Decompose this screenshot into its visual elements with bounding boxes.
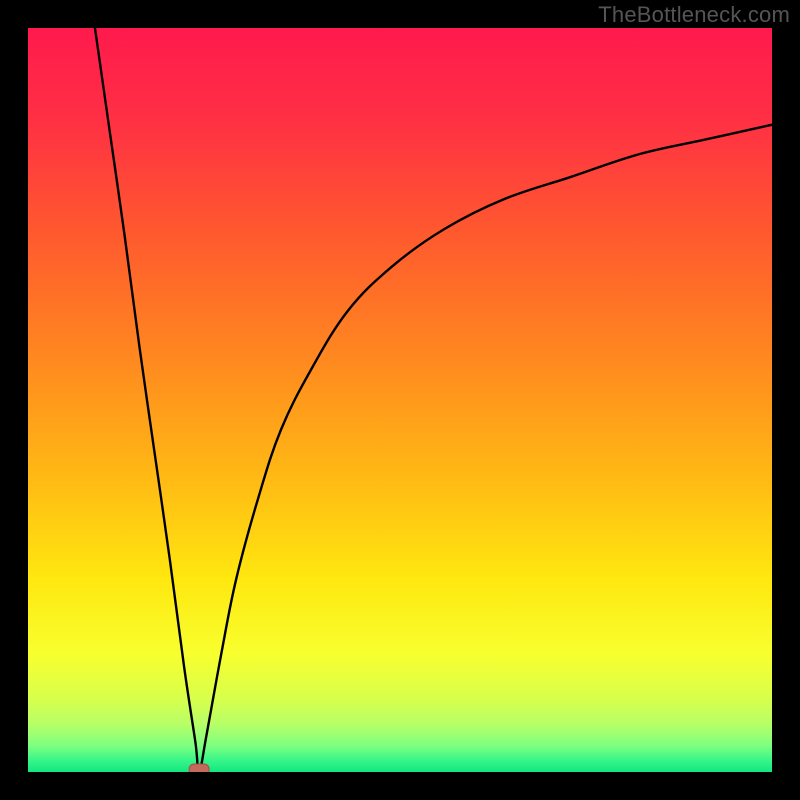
watermark-text: TheBottleneck.com (598, 2, 790, 28)
minimum-marker (189, 764, 209, 772)
chart-frame: TheBottleneck.com (0, 0, 800, 800)
plot-area (28, 28, 772, 772)
gradient-background (28, 28, 772, 772)
chart-svg (28, 28, 772, 772)
